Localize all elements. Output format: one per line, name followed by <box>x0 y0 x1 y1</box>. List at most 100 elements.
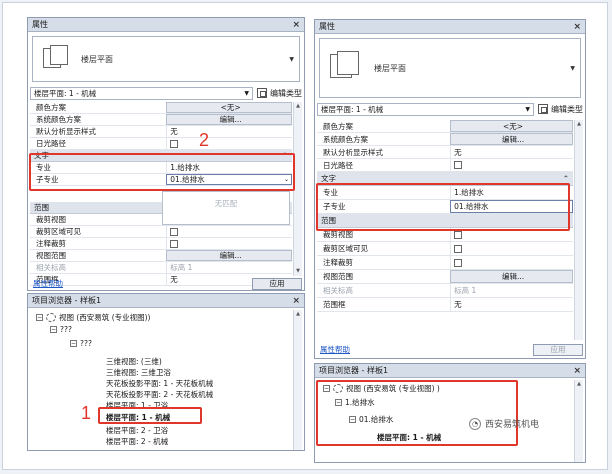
collapse-icon[interactable]: − <box>50 326 57 333</box>
system-color-edit-button[interactable]: 编辑... <box>166 114 292 125</box>
type-selector[interactable]: 楼层平面 ▼ <box>32 36 300 82</box>
edit-type-label: 编辑类型 <box>551 104 583 114</box>
vertical-scrollbar[interactable]: ▲ <box>574 380 583 462</box>
annotation-highlight-text-group <box>29 153 295 191</box>
tree-label: 楼层平面: 2 - 卫浴 <box>106 426 169 435</box>
instance-selector-value: 楼层平面: 1 - 机械 <box>34 88 97 98</box>
browser-title: 项目浏览器 - 样板1 <box>319 366 389 375</box>
close-icon[interactable]: × <box>292 20 300 30</box>
right-properties-titlebar: 属性 × <box>315 20 585 34</box>
property-label: 裁剪视图 <box>36 215 66 224</box>
instance-selector-value: 楼层平面: 1 - 机械 <box>321 104 384 114</box>
view-range-edit-button[interactable]: 编辑... <box>166 250 292 261</box>
scroll-up-icon[interactable]: ▲ <box>294 102 302 111</box>
instance-selector-row: 楼层平面: 1 - 机械 ▼ 编辑类型 <box>30 86 302 100</box>
system-color-edit-button[interactable]: 编辑... <box>450 133 573 145</box>
annotation-crop-checkbox[interactable] <box>170 239 179 248</box>
tree-node[interactable]: − ??? <box>50 324 72 335</box>
apply-button[interactable]: 应用 <box>252 277 302 290</box>
instance-selector[interactable]: 楼层平面: 1 - 机械 ▼ <box>30 86 253 100</box>
property-row: 视图范围 编辑... <box>30 250 292 262</box>
type-selector[interactable]: 楼层平面 ▼ <box>319 38 581 98</box>
annotation-number-1: 1 <box>81 403 92 423</box>
property-label: 默认分析显示样式 <box>36 127 96 136</box>
browser-title: 项目浏览器 - 样板1 <box>32 296 102 305</box>
close-icon[interactable]: × <box>573 22 581 32</box>
scroll-down-icon[interactable]: ▼ <box>294 267 302 276</box>
property-row: 相关标高 标高 1 <box>30 262 292 274</box>
property-label: 相关标高 <box>323 286 353 295</box>
property-value[interactable]: 无 <box>166 126 292 137</box>
left-properties-titlebar: 属性 × <box>28 18 304 32</box>
tree-node-root[interactable]: − 视图 (西安易筑 (专业视图)) <box>36 312 150 323</box>
property-label: 日光路径 <box>36 139 66 148</box>
properties-help-link[interactable]: 属性帮助 <box>33 278 63 289</box>
property-label: 注释裁剪 <box>323 258 353 267</box>
property-row: 注释裁剪 <box>30 238 292 250</box>
property-label: 颜色方案 <box>323 121 353 131</box>
chevron-down-icon[interactable]: ▼ <box>244 90 249 97</box>
property-value <box>450 242 573 255</box>
property-label: 范围框 <box>323 300 346 309</box>
chevron-down-icon[interactable]: ▼ <box>570 65 575 72</box>
image-frame: 属性 × 楼层平面 ▼ 楼层平面: 1 - 机械 ▼ 编辑类型 颜色方案 <无> <box>2 2 608 470</box>
property-row: 注释裁剪 <box>317 256 573 270</box>
crop-visible-checkbox[interactable] <box>170 227 179 236</box>
property-value[interactable]: 无 <box>450 146 573 158</box>
collapse-icon[interactable]: − <box>36 314 43 321</box>
property-value[interactable]: 无 <box>450 298 573 311</box>
view-range-edit-button[interactable]: 编辑... <box>450 270 573 283</box>
color-scheme-button[interactable]: <无> <box>166 102 292 113</box>
tree-item[interactable]: 三维视图: 三维卫浴 <box>106 367 171 378</box>
screenshot-background: 属性 × 楼层平面 ▼ 楼层平面: 1 - 机械 ▼ 编辑类型 颜色方案 <无> <box>0 0 612 474</box>
scroll-up-icon[interactable]: ▲ <box>294 310 302 319</box>
collapse-icon[interactable]: − <box>70 340 77 347</box>
chevron-down-icon[interactable]: ▼ <box>525 106 530 113</box>
instance-selector[interactable]: 楼层平面: 1 - 机械 ▼ <box>317 102 534 116</box>
help-row: 属性帮助 应用 <box>317 343 583 356</box>
property-label: 视图范围 <box>323 272 353 281</box>
sub-discipline-dropdown-list: 无匹配 <box>162 191 290 225</box>
vertical-scrollbar[interactable]: ▲ <box>293 310 302 450</box>
property-value <box>166 226 292 237</box>
crop-view-checkbox[interactable] <box>454 230 463 239</box>
tree-item[interactable]: 天花板投影平面: 2 - 天花板机械 <box>106 389 213 400</box>
edit-type-button[interactable]: 编辑类型 <box>257 88 302 99</box>
tree-item[interactable]: 楼层平面: 2 - 卫浴 <box>106 425 168 436</box>
color-scheme-button[interactable]: <无> <box>450 120 573 132</box>
panel-title: 属性 <box>32 20 48 29</box>
tree-item[interactable]: 天花板投影平面: 1 - 天花板机械 <box>106 378 213 389</box>
collapse-icon[interactable]: ⌃ <box>563 174 569 183</box>
annotation-crop-checkbox[interactable] <box>454 258 463 267</box>
property-row: 默认分析显示样式 无 <box>317 146 573 159</box>
vertical-scrollbar[interactable]: ▲ <box>574 120 583 340</box>
properties-help-link[interactable]: 属性帮助 <box>320 344 350 355</box>
crop-visible-checkbox[interactable] <box>454 244 463 253</box>
tree-item[interactable]: 楼层平面: 2 - 机械 <box>106 436 168 447</box>
dropdown-empty-text: 无匹配 <box>214 199 238 208</box>
close-icon[interactable]: × <box>292 296 300 306</box>
sun-path-checkbox[interactable] <box>454 161 463 169</box>
property-value: 标高 1 <box>450 284 573 297</box>
property-row: 视图范围 编辑... <box>317 270 573 284</box>
annotation-number-2: 2 <box>199 130 210 150</box>
tree-label: 天花板投影平面: 1 - 天花板机械 <box>106 379 214 388</box>
property-label: 系统颜色方案 <box>323 134 368 144</box>
views-icon <box>46 313 56 322</box>
property-row: 相关标高 标高 1 <box>317 284 573 298</box>
scroll-up-icon[interactable]: ▲ <box>575 120 583 129</box>
tree-label: 楼层平面: 2 - 机械 <box>106 437 169 446</box>
close-icon[interactable]: × <box>573 366 581 376</box>
annotation-highlight-text-group <box>316 183 570 231</box>
scroll-up-icon[interactable]: ▲ <box>575 380 583 389</box>
sun-path-checkbox[interactable] <box>170 139 179 148</box>
chevron-down-icon[interactable]: ▼ <box>289 56 294 63</box>
apply-button[interactable]: 应用 <box>533 343 583 356</box>
property-label: 系统颜色方案 <box>36 115 81 124</box>
tree-label: ??? <box>60 325 72 334</box>
edit-type-icon <box>538 104 548 114</box>
tree-node[interactable]: − ??? <box>70 338 92 349</box>
floor-plan-type-icon <box>328 50 364 86</box>
edit-type-button[interactable]: 编辑类型 <box>538 104 583 115</box>
tree-item[interactable]: 三维视图: (三维) <box>106 356 162 367</box>
